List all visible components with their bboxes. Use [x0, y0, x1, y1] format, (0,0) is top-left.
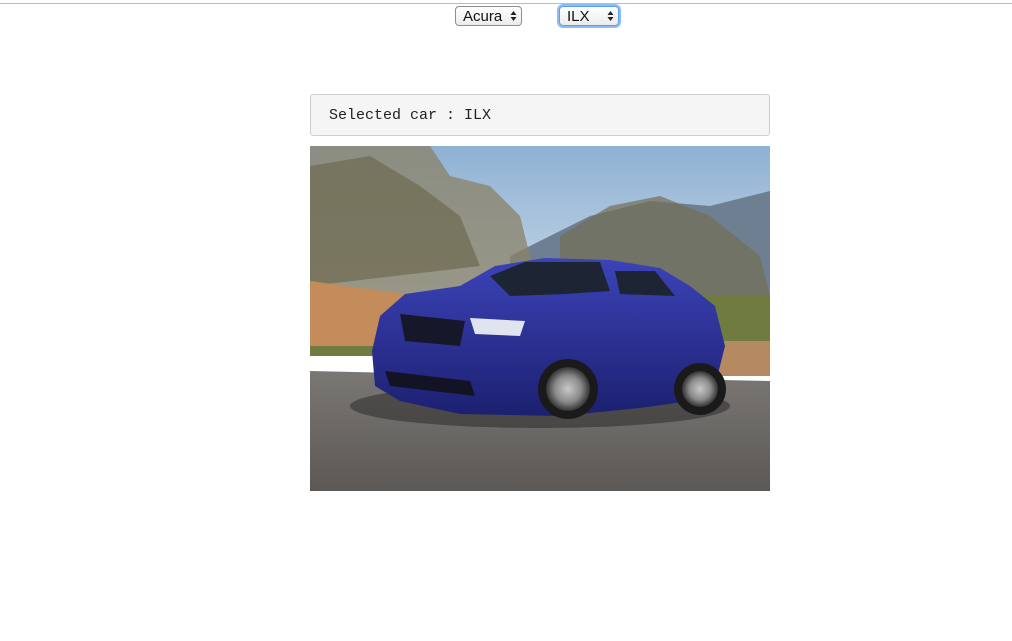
select-arrows-icon [607, 11, 614, 21]
model-select[interactable]: ILX [559, 6, 619, 26]
make-select[interactable]: Acura [455, 6, 522, 26]
make-select-value: Acura [463, 7, 503, 25]
car-photo [310, 146, 770, 491]
selected-car-panel: Selected car : ILX [310, 94, 770, 136]
select-arrows-icon [510, 11, 517, 21]
top-border [0, 3, 1012, 4]
car-photo-illustration [310, 146, 770, 491]
selected-car-value: ILX [464, 106, 492, 124]
model-select-value: ILX [567, 7, 590, 25]
selected-car-label: Selected car : [329, 106, 465, 124]
